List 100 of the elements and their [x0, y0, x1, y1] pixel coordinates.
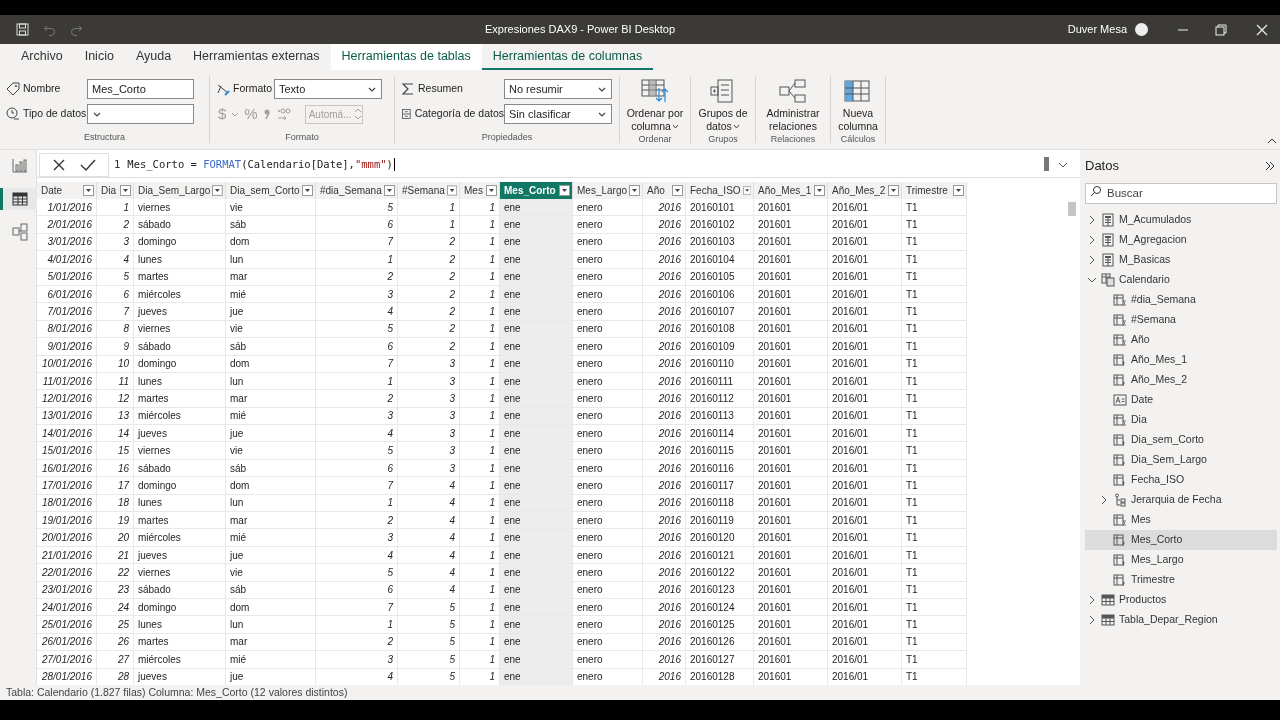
- table-cell: 4: [398, 512, 460, 530]
- menu-tab[interactable]: Archivo: [10, 44, 74, 70]
- summary-dropdown[interactable]: No resumir: [504, 79, 612, 99]
- format-dropdown[interactable]: Texto: [274, 79, 382, 99]
- tree-item[interactable]: Mes_Corto: [1085, 530, 1277, 550]
- tree-item[interactable]: Dia_Sem_Largo: [1085, 450, 1277, 470]
- column-header[interactable]: Año_Mes_1: [754, 182, 828, 199]
- tree-item[interactable]: Año_Mes_2: [1085, 370, 1277, 390]
- menu-tab[interactable]: Herramientas externas: [182, 44, 331, 70]
- tree-item[interactable]: Fecha_ISO: [1085, 470, 1277, 490]
- column-header[interactable]: Año: [643, 182, 686, 199]
- table-cell: 2016: [643, 442, 686, 460]
- table-icon: [1101, 613, 1115, 627]
- menu-tab[interactable]: Ayuda: [124, 44, 183, 70]
- table-cell: jue: [226, 425, 316, 443]
- column-header[interactable]: Dia_Sem_Largo: [134, 182, 226, 199]
- filter-dropdown-icon[interactable]: [120, 185, 131, 196]
- filter-dropdown-icon[interactable]: [302, 185, 313, 196]
- column-header[interactable]: Mes_Corto: [500, 182, 573, 199]
- filter-dropdown-icon[interactable]: [559, 185, 570, 196]
- table-cell: 2: [316, 390, 398, 408]
- table-cell: T1: [902, 199, 967, 217]
- tree-item[interactable]: M_Agregacion: [1085, 230, 1277, 250]
- table-cell: 3: [398, 425, 460, 443]
- column-header[interactable]: Dia_sem_Corto: [226, 182, 316, 199]
- field-label: Categoría de datos: [414, 106, 504, 122]
- tree-item[interactable]: Año_Mes_1: [1085, 350, 1277, 370]
- column-header[interactable]: #dia_Semana: [316, 182, 398, 199]
- table-cell: 201601: [754, 303, 828, 321]
- ribbon-button[interactable]: Ordenar por columna: [623, 76, 687, 133]
- column-header[interactable]: Mes: [460, 182, 500, 199]
- table-cell: jueves: [134, 303, 226, 321]
- menu-tab[interactable]: Herramientas de tablas: [330, 44, 482, 70]
- table-cell: 1/01/2016: [37, 199, 97, 217]
- column-header[interactable]: Dia: [97, 182, 134, 199]
- table-cell: 2: [398, 303, 460, 321]
- confirm-icon[interactable]: [80, 157, 96, 172]
- window-title: Expresiones DAX9 - Power BI Desktop: [483, 22, 677, 38]
- name-field[interactable]: Mes_Corto: [87, 79, 194, 99]
- tree-item[interactable]: Mes_Largo: [1085, 550, 1277, 570]
- table-cell: jueves: [134, 425, 226, 443]
- tree-item[interactable]: #dia_Semana: [1085, 290, 1277, 310]
- collapse-pane-icon[interactable]: [1264, 160, 1276, 172]
- tree-item[interactable]: Calendario: [1085, 270, 1277, 290]
- search-field[interactable]: Buscar: [1085, 182, 1277, 204]
- table-cell: ene: [500, 564, 573, 582]
- table-cell: enero: [573, 651, 643, 669]
- cancel-icon[interactable]: [52, 157, 66, 172]
- filter-dropdown-icon[interactable]: [742, 185, 751, 196]
- tree-item[interactable]: Date: [1085, 390, 1277, 410]
- tree-item[interactable]: #Semana: [1085, 310, 1277, 330]
- filter-dropdown-icon[interactable]: [446, 185, 457, 196]
- table-cell: 19/01/2016: [37, 512, 97, 530]
- tree-item[interactable]: Mes: [1085, 510, 1277, 530]
- table-cell: 1: [97, 199, 134, 217]
- tree-item[interactable]: Año: [1085, 330, 1277, 350]
- avatar-icon[interactable]: [1135, 23, 1148, 36]
- filter-dropdown-icon[interactable]: [384, 185, 395, 196]
- category-dropdown[interactable]: Sin clasificar: [504, 104, 612, 124]
- undo-icon[interactable]: [43, 23, 56, 36]
- scrollbar-thumb[interactable]: [1068, 202, 1076, 216]
- menu-tab[interactable]: Inicio: [73, 44, 125, 70]
- table-cell: sábado: [134, 216, 226, 234]
- tree-item[interactable]: Tabla_Depar_Region: [1085, 610, 1277, 630]
- filter-dropdown-icon[interactable]: [814, 185, 825, 196]
- filter-dropdown-icon[interactable]: [212, 185, 223, 196]
- tree-item[interactable]: Jerarquia de Fecha: [1085, 490, 1277, 510]
- formula-text[interactable]: Mes_Corto = FORMAT(Calendario[Date],"mmm"): [127, 156, 393, 173]
- calculated-column-icon: [1113, 433, 1127, 447]
- column-header[interactable]: Año_Mes_2: [828, 182, 902, 199]
- filter-dropdown-icon[interactable]: [486, 185, 497, 196]
- ribbon-button[interactable]: Administrar relaciones: [759, 76, 827, 133]
- filter-dropdown-icon[interactable]: [888, 185, 899, 196]
- column-header[interactable]: Trimestre: [902, 182, 967, 199]
- tree-item[interactable]: Productos: [1085, 590, 1277, 610]
- save-icon[interactable]: [16, 23, 29, 36]
- table-cell: 7/01/2016: [37, 303, 97, 321]
- column-header[interactable]: Date: [37, 182, 97, 199]
- caret-icon: [732, 124, 740, 131]
- column-header[interactable]: Mes_Largo: [573, 182, 643, 199]
- collapse-ribbon-icon[interactable]: [1267, 137, 1277, 145]
- view-button[interactable]: [0, 188, 37, 210]
- tree-item[interactable]: M_Acumulados: [1085, 210, 1277, 230]
- tree-item[interactable]: M_Basicas: [1085, 250, 1277, 270]
- filter-dropdown-icon[interactable]: [83, 185, 94, 196]
- ribbon-button[interactable]: Grupos de datos: [694, 76, 752, 133]
- tree-item[interactable]: Dia: [1085, 410, 1277, 430]
- ribbon-button[interactable]: Nueva columna: [834, 76, 882, 133]
- tree-item[interactable]: Dia_sem_Corto: [1085, 430, 1277, 450]
- redo-icon[interactable]: [70, 23, 83, 36]
- data-type-dropdown[interactable]: [87, 104, 194, 124]
- column-header[interactable]: #Semana: [398, 182, 460, 199]
- filter-dropdown-icon[interactable]: [953, 185, 964, 196]
- table-cell: domingo: [134, 477, 226, 495]
- filter-dropdown-icon[interactable]: [629, 185, 640, 196]
- filter-dropdown-icon[interactable]: [672, 185, 683, 196]
- tree-item[interactable]: Trimestre: [1085, 570, 1277, 590]
- table-cell: mié: [226, 651, 316, 669]
- table-cell: 2016/01: [828, 390, 902, 408]
- column-header[interactable]: Fecha_ISO: [686, 182, 754, 199]
